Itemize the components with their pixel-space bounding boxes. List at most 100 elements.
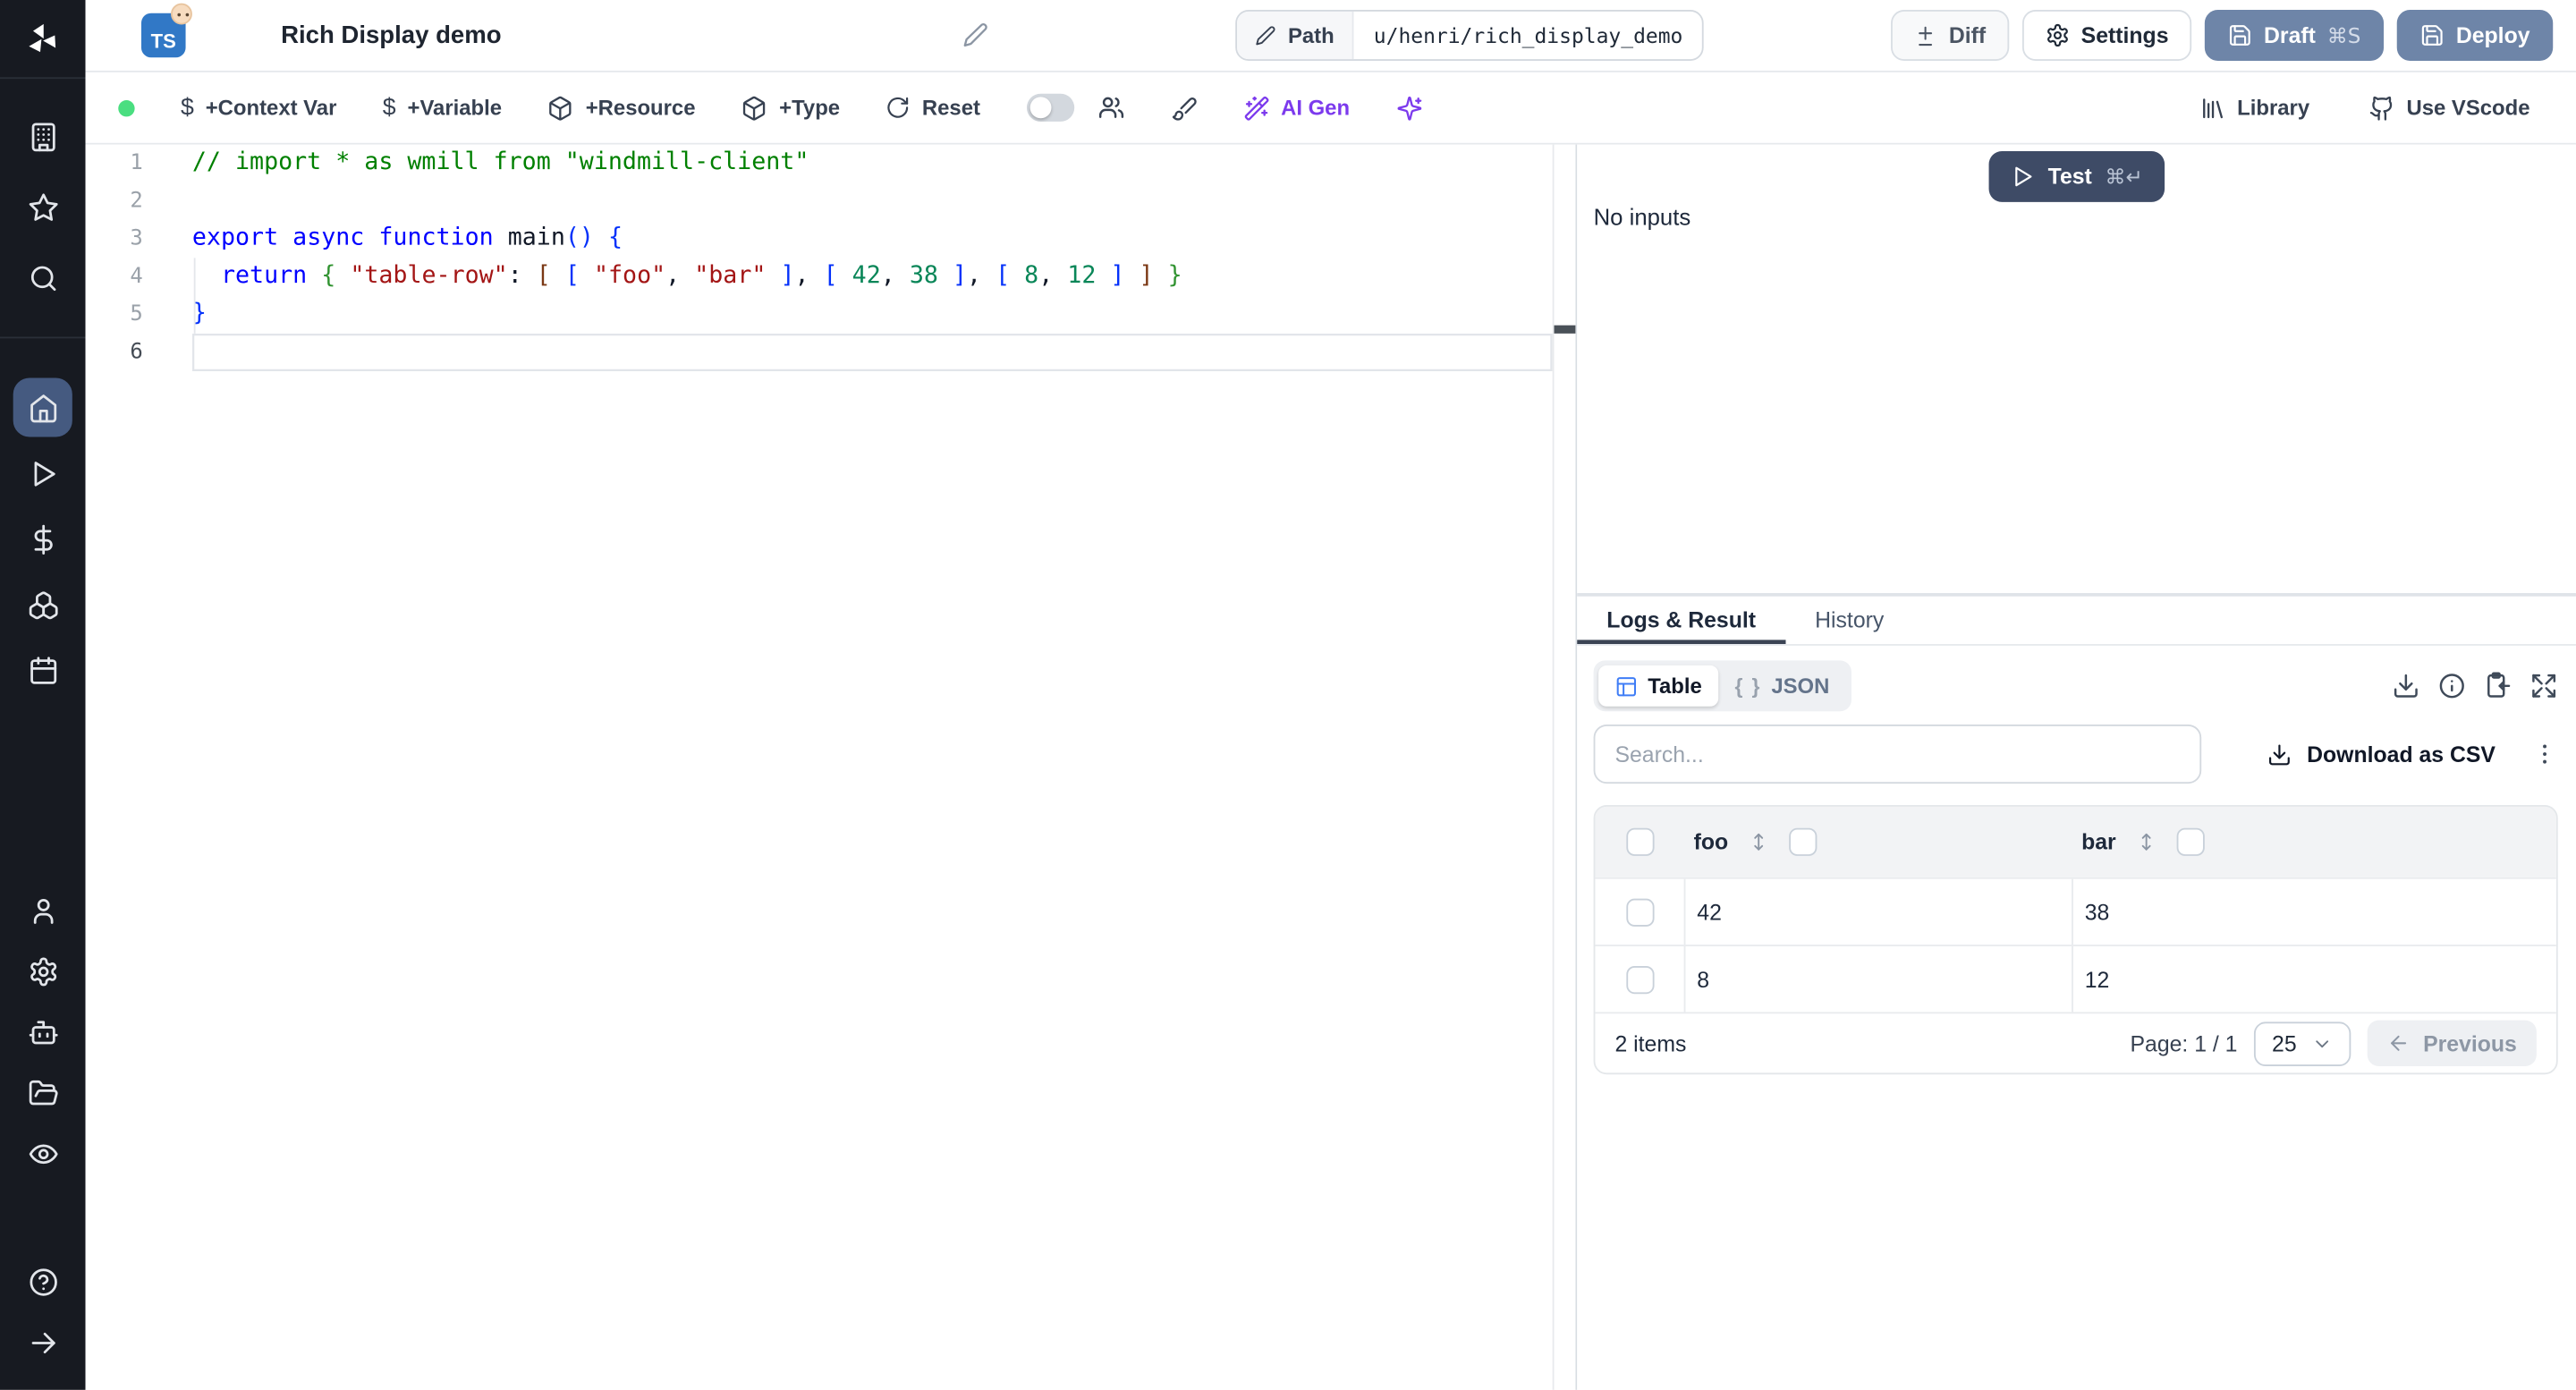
indent-guide xyxy=(192,258,195,334)
line-number: 5 xyxy=(130,301,143,327)
windmill-logo[interactable] xyxy=(0,0,86,80)
sidebar-item-workers[interactable] xyxy=(0,1002,86,1063)
download-result-button[interactable] xyxy=(2392,672,2419,699)
sidebar-item-search[interactable] xyxy=(0,243,86,314)
library-icon xyxy=(2202,97,2223,118)
reset-button[interactable]: Reset xyxy=(886,96,980,120)
column-label-bar: bar xyxy=(2081,829,2116,855)
users-icon xyxy=(1098,97,1123,118)
editor-scrollbar[interactable] xyxy=(1552,144,1576,1390)
code-line[interactable] xyxy=(192,182,1553,220)
add-context-var-button[interactable]: $ +Context Var xyxy=(181,95,336,121)
path-field[interactable]: Path u/henri/rich_display_demo xyxy=(1235,10,1705,61)
save-icon xyxy=(2229,25,2250,46)
pagination: Page: 1 / 1 25 Previous xyxy=(2131,1020,2537,1067)
cell-foo: 42 xyxy=(1683,878,2072,945)
result-info-button[interactable] xyxy=(2438,672,2466,699)
settings-button[interactable]: Settings xyxy=(2021,10,2192,61)
column-header-foo[interactable]: foo xyxy=(1684,827,2072,856)
sidebar-item-runs[interactable] xyxy=(0,440,86,505)
users-button[interactable] xyxy=(1097,94,1124,122)
sidebar-expand-toggle[interactable] xyxy=(0,1313,86,1374)
add-type-label: +Type xyxy=(779,95,841,121)
add-type-button[interactable]: +Type xyxy=(741,95,840,121)
row-checkbox[interactable] xyxy=(1625,897,1654,926)
diff-button[interactable]: Diff xyxy=(1891,10,2009,61)
deploy-button[interactable]: Deploy xyxy=(2396,10,2554,61)
table-row[interactable]: 8 12 xyxy=(1595,945,2556,1013)
arrow-right-icon xyxy=(30,1332,55,1354)
dollar-icon xyxy=(33,523,52,555)
edit-title-button[interactable] xyxy=(962,21,988,56)
search-icon xyxy=(30,266,55,292)
pencil-icon xyxy=(1256,26,1275,46)
row-checkbox[interactable] xyxy=(1625,965,1654,994)
header-checkbox-cell xyxy=(1595,827,1683,856)
content-split: 123456 // import * as wmill from "windmi… xyxy=(85,144,2576,1390)
format-button[interactable] xyxy=(1171,95,1197,121)
sidebar-item-settings[interactable] xyxy=(0,941,86,1002)
ai-sparkles-button[interactable] xyxy=(1395,95,1421,121)
expand-result-button[interactable] xyxy=(2530,672,2558,699)
right-panel: Test ⌘↵ No inputs Logs & Result History xyxy=(1577,144,2576,1390)
column-toggle-bar[interactable] xyxy=(2176,827,2205,856)
ai-gen-button[interactable]: AI Gen xyxy=(1243,95,1350,121)
select-all-checkbox[interactable] xyxy=(1625,827,1654,856)
sidebar-item-help[interactable] xyxy=(0,1252,86,1313)
draft-button[interactable]: Draft ⌘S xyxy=(2204,10,2385,61)
use-vscode-button[interactable]: Use VScode xyxy=(2368,95,2530,121)
library-label: Library xyxy=(2237,95,2310,121)
add-resource-label: +Resource xyxy=(585,95,696,121)
collaboration-toggle[interactable] xyxy=(1026,93,1074,122)
code-line[interactable]: return { "table-row": [ [ "foo", "bar" ]… xyxy=(192,258,1553,295)
table-row[interactable]: 42 38 xyxy=(1595,877,2556,945)
column-header-bar[interactable]: bar xyxy=(2072,827,2556,856)
sort-foo-button[interactable] xyxy=(1748,831,1769,852)
code-line[interactable]: // import * as wmill from "windmill-clie… xyxy=(192,145,1553,182)
download-csv-button[interactable]: Download as CSV xyxy=(2267,742,2496,767)
sidebar-item-workspace[interactable] xyxy=(0,102,86,173)
path-label: Path xyxy=(1287,22,1335,48)
diff-label: Diff xyxy=(1948,22,1987,48)
sidebar-item-schedules[interactable] xyxy=(0,638,86,703)
deploy-label: Deploy xyxy=(2455,22,2530,48)
sidebar-item-resources[interactable] xyxy=(0,572,86,637)
test-button[interactable]: Test ⌘↵ xyxy=(1988,150,2165,202)
table-icon xyxy=(1616,676,1636,696)
search-input[interactable] xyxy=(1593,724,2202,784)
table-menu-button[interactable] xyxy=(2531,741,2557,767)
code-line[interactable]: } xyxy=(192,296,1553,334)
sidebar-item-favorites[interactable] xyxy=(0,173,86,243)
code-editor[interactable]: 1 2 3 4 5 6 // import * as wmill from "windmi… xyxy=(85,144,1576,1390)
previous-page-button[interactable]: Previous xyxy=(2367,1020,2537,1067)
sidebar-item-home[interactable] xyxy=(0,375,86,440)
eye-icon xyxy=(28,1144,57,1165)
copy-result-button[interactable] xyxy=(2484,672,2512,699)
page-title: Rich Display demo xyxy=(281,21,502,50)
wand-sparkles-icon xyxy=(1244,95,1268,120)
page-size-select[interactable]: 25 xyxy=(2253,1021,2351,1066)
add-resource-button[interactable]: +Resource xyxy=(547,95,695,121)
view-toggle-table-label: Table xyxy=(1648,674,1702,699)
sidebar-item-user[interactable] xyxy=(0,880,86,941)
sidebar-item-audit[interactable] xyxy=(0,1123,86,1184)
expand-icon xyxy=(2532,674,2556,698)
library-button[interactable]: Library xyxy=(2199,95,2309,121)
view-toggle-json[interactable]: { } JSON xyxy=(1718,665,1846,707)
active-item-highlight xyxy=(13,377,72,437)
add-variable-button[interactable]: $ +Variable xyxy=(383,95,502,121)
code-line[interactable]: export async function main() { xyxy=(192,220,1553,258)
sidebar-item-variables[interactable] xyxy=(0,506,86,572)
result-toolbar: Table { } JSON xyxy=(1593,660,2558,712)
tab-history[interactable]: History xyxy=(1785,597,1913,644)
sort-bar-button[interactable] xyxy=(2136,831,2157,852)
column-toggle-foo[interactable] xyxy=(1789,827,1818,856)
editor-code[interactable]: // import * as wmill from "windmill-clie… xyxy=(186,145,1553,1390)
table-footer: 2 items Page: 1 / 1 25 Previous xyxy=(1595,1012,2556,1072)
sidebar-item-folders[interactable] xyxy=(0,1063,86,1123)
path-value: u/henri/rich_display_demo xyxy=(1373,22,1683,48)
view-toggle-table[interactable]: Table xyxy=(1598,665,1719,707)
sidebar-admin-group xyxy=(0,880,86,1184)
tab-logs-result[interactable]: Logs & Result xyxy=(1577,597,1785,644)
code-line[interactable] xyxy=(192,334,1553,371)
